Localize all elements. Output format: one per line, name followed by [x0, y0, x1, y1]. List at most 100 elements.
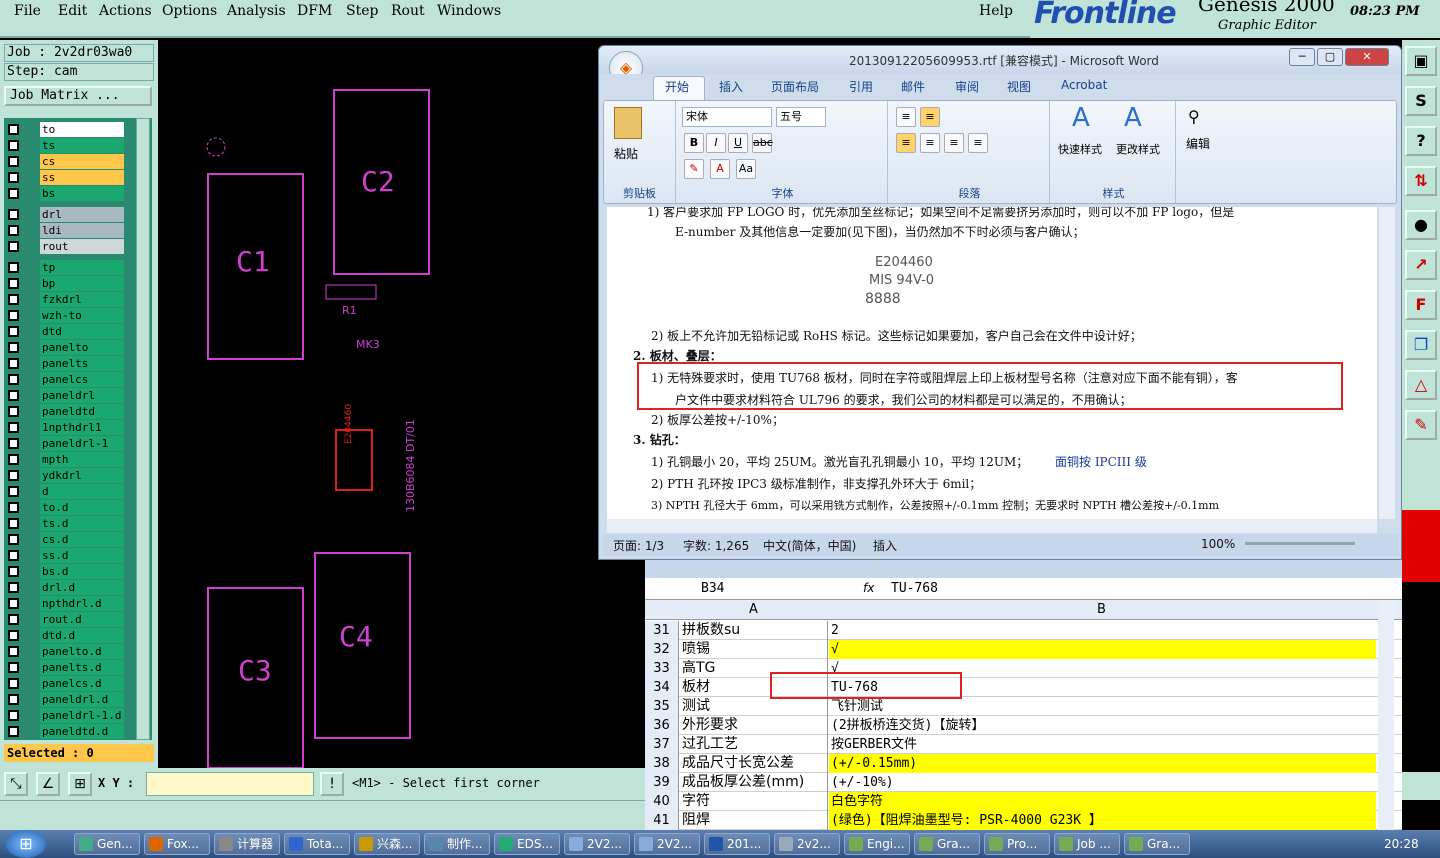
taskbar-item[interactable]: Fox... — [144, 833, 210, 855]
layer-name[interactable]: dtd — [40, 324, 124, 339]
layer-name[interactable]: to — [40, 122, 124, 137]
cell-b[interactable]: (绿色)【阻焊油墨型号: PSR-4000 G23K 】 — [829, 811, 1376, 830]
layer-checkbox[interactable] — [8, 406, 19, 417]
layer-row[interactable]: npthdrl.d — [6, 596, 126, 611]
menu-rout[interactable]: Rout — [391, 3, 425, 19]
layer-name[interactable]: cs.d — [40, 532, 124, 547]
underline-button[interactable]: U — [728, 133, 748, 153]
layer-name[interactable]: drl.d — [40, 580, 124, 595]
info-icon[interactable]: ! — [320, 772, 344, 796]
align-left-icon[interactable]: ≡ — [896, 133, 916, 153]
layer-name[interactable]: ts.d — [40, 516, 124, 531]
quick-style-label[interactable]: 快速样式 — [1058, 141, 1102, 157]
font-combo[interactable]: 宋体 — [682, 107, 772, 127]
paste-label[interactable]: 粘贴 — [614, 145, 638, 162]
cell-b[interactable]: 按GERBER文件 — [829, 735, 1376, 754]
layer-row[interactable]: paneldrl-1 — [6, 436, 126, 451]
layer-checkbox[interactable] — [8, 438, 19, 449]
cell-a[interactable]: 拼板数su — [680, 621, 828, 640]
menu-windows[interactable]: Windows — [437, 3, 501, 19]
align-center-icon[interactable]: ≡ — [920, 133, 940, 153]
layer-name[interactable]: ts — [40, 138, 124, 153]
page-count[interactable]: 页面: 1/3 — [613, 537, 664, 554]
layer-checkbox[interactable] — [8, 566, 19, 577]
layer-scrollbar[interactable] — [136, 118, 150, 740]
cell-a[interactable]: 喷锡 — [680, 640, 828, 659]
layer-row[interactable]: bp — [6, 276, 126, 291]
layer-row[interactable]: dtd — [6, 324, 126, 339]
layer-name[interactable]: paneldrl.d — [40, 692, 124, 707]
layer-name[interactable]: panelcs.d — [40, 676, 124, 691]
measure-icon[interactable]: ∠ — [36, 772, 60, 796]
tool-dimension-icon[interactable]: ⇅ — [1405, 166, 1437, 196]
layer-checkbox[interactable] — [8, 262, 19, 273]
layer-row[interactable]: paneldtd — [6, 404, 126, 419]
zoom-level[interactable]: 100% — [1201, 537, 1235, 551]
tool-pad-icon[interactable]: ● — [1405, 210, 1437, 240]
word-count[interactable]: 字数: 1,265 — [683, 537, 749, 554]
col-a[interactable]: A — [749, 602, 758, 617]
taskbar-item[interactable]: Gen... — [74, 833, 140, 855]
menu-dfm[interactable]: DFM — [297, 3, 332, 19]
layer-name[interactable]: paneldtd.d — [40, 724, 124, 739]
layer-row[interactable]: drl — [6, 207, 126, 222]
layer-row[interactable]: ss — [6, 170, 126, 185]
layer-checkbox[interactable] — [8, 614, 19, 625]
col-b[interactable]: B — [1097, 602, 1106, 617]
taskbar-item[interactable]: 201... — [704, 833, 770, 855]
justify-icon[interactable]: ≡ — [968, 133, 988, 153]
tab-home[interactable]: 开始 — [665, 78, 689, 95]
layer-checkbox[interactable] — [8, 374, 19, 385]
taskbar-item[interactable]: Engi... — [844, 833, 910, 855]
close-button[interactable]: ✕ — [1345, 48, 1389, 66]
cell-b[interactable]: √ — [829, 640, 1376, 659]
layer-checkbox[interactable] — [8, 518, 19, 529]
case-button[interactable]: Aa — [736, 159, 756, 179]
cell-a[interactable]: 成品板厚公差(mm) — [680, 773, 828, 792]
layer-name[interactable]: ss.d — [40, 548, 124, 563]
layer-name[interactable]: drl — [40, 207, 124, 222]
layer-checkbox[interactable] — [8, 550, 19, 561]
layer-name[interactable]: to.d — [40, 500, 124, 515]
row-number[interactable]: 35 — [645, 697, 679, 716]
layer-checkbox[interactable] — [8, 390, 19, 401]
layer-row[interactable]: bs — [6, 186, 126, 201]
zoom-slider[interactable] — [1245, 542, 1355, 545]
row-number[interactable]: 39 — [645, 773, 679, 792]
tool-help-icon[interactable]: ? — [1405, 126, 1437, 156]
layer-checkbox[interactable] — [8, 646, 19, 657]
tool-select-icon[interactable]: ▣ — [1405, 46, 1437, 76]
layer-checkbox[interactable] — [8, 598, 19, 609]
row-number[interactable]: 37 — [645, 735, 679, 754]
layer-row[interactable]: panelto — [6, 340, 126, 355]
layer-row[interactable]: ss.d — [6, 548, 126, 563]
taskbar-item[interactable]: 制作... — [424, 833, 490, 855]
cell-b[interactable]: 白色字符 — [829, 792, 1376, 811]
horizontal-scrollbar[interactable] — [607, 519, 1377, 533]
menu-analysis[interactable]: Analysis — [227, 3, 286, 19]
row-number[interactable]: 40 — [645, 792, 679, 811]
formula-input[interactable]: TU-768 — [891, 581, 938, 596]
layer-row[interactable]: mpth — [6, 452, 126, 467]
layer-row[interactable]: ldi — [6, 223, 126, 238]
layer-name[interactable]: npthdrl.d — [40, 596, 124, 611]
layer-name[interactable]: paneldtd — [40, 404, 124, 419]
taskbar-item[interactable]: Job ... — [1054, 833, 1120, 855]
start-button[interactable]: ⊞ — [6, 830, 46, 858]
layer-name[interactable]: wzh-to — [40, 308, 124, 323]
layer-name[interactable]: paneldrl-1 — [40, 436, 124, 451]
layer-checkbox[interactable] — [8, 662, 19, 673]
paste-icon[interactable] — [614, 107, 642, 139]
layer-row[interactable]: panelts.d — [6, 660, 126, 675]
menu-options[interactable]: Options — [162, 3, 217, 19]
minimize-button[interactable]: ─ — [1289, 48, 1315, 66]
layer-checkbox[interactable] — [8, 502, 19, 513]
layer-row[interactable]: paneldrl.d — [6, 692, 126, 707]
layer-checkbox[interactable] — [8, 694, 19, 705]
cell-a[interactable]: 外形要求 — [680, 716, 828, 735]
row-number[interactable]: 31 — [645, 621, 679, 640]
tab-references[interactable]: 引用 — [849, 78, 873, 95]
layer-row[interactable]: rout.d — [6, 612, 126, 627]
tool-line-icon[interactable]: ↗ — [1405, 250, 1437, 280]
size-combo[interactable]: 五号 — [776, 107, 826, 127]
